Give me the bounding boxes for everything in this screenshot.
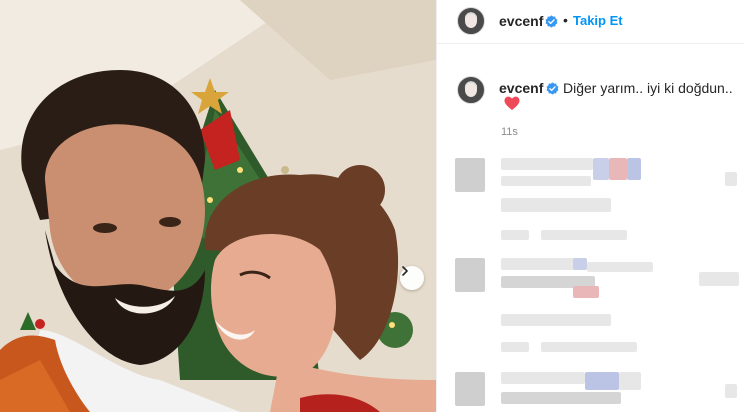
- next-photo-button[interactable]: [400, 266, 424, 290]
- blurred-comment-text: [573, 286, 599, 298]
- blurred-comment-text: [593, 158, 609, 180]
- post-age: 11s: [501, 126, 518, 138]
- blurred-comment-text: [501, 392, 621, 404]
- blurred-comment-text: [501, 158, 593, 170]
- blurred-like-icon: [699, 272, 739, 286]
- blurred-comment-text: [609, 158, 627, 180]
- post-photo: [0, 0, 436, 412]
- blurred-comment-text: [501, 198, 611, 212]
- post-side-panel: evcenf • Takip Et evcenf Diğer yarım.. i…: [436, 0, 744, 412]
- blurred-comment-meta: [541, 342, 637, 352]
- heart-icon: [504, 96, 520, 110]
- blurred-comment-meta: [501, 342, 529, 352]
- avatar[interactable]: [457, 7, 485, 35]
- blurred-comment-text: [501, 176, 591, 186]
- blurred-comment-text: [619, 372, 641, 390]
- blurred-comment-meta: [501, 230, 529, 240]
- blurred-comment-text: [585, 372, 619, 390]
- blurred-like-icon: [725, 172, 737, 186]
- blurred-comment-meta: [541, 230, 627, 240]
- blurred-comment-text: [587, 262, 653, 272]
- blurred-comment-avatar: [455, 258, 485, 292]
- caption-text: Diğer yarım.. iyi ki doğdun..: [563, 80, 733, 96]
- caption-avatar[interactable]: [457, 76, 485, 104]
- blurred-comment-text: [501, 314, 611, 326]
- blurred-comment-avatar: [455, 372, 485, 406]
- caption-username[interactable]: evcenf: [499, 80, 543, 96]
- verified-badge-icon: [545, 15, 558, 28]
- chevron-right-icon: [402, 266, 408, 276]
- post-header: evcenf • Takip Et: [437, 0, 744, 44]
- photo-illustration: [0, 0, 436, 412]
- blurred-comment-text: [573, 258, 587, 270]
- blurred-comment-text: [627, 158, 641, 180]
- blurred-like-icon: [725, 384, 737, 398]
- verified-badge-icon: [546, 82, 559, 95]
- blurred-comment-text: [501, 372, 585, 384]
- header-username[interactable]: evcenf: [499, 13, 543, 29]
- follow-button[interactable]: Takip Et: [573, 13, 623, 28]
- blurred-comment-avatar: [455, 158, 485, 192]
- separator-dot: •: [563, 12, 568, 28]
